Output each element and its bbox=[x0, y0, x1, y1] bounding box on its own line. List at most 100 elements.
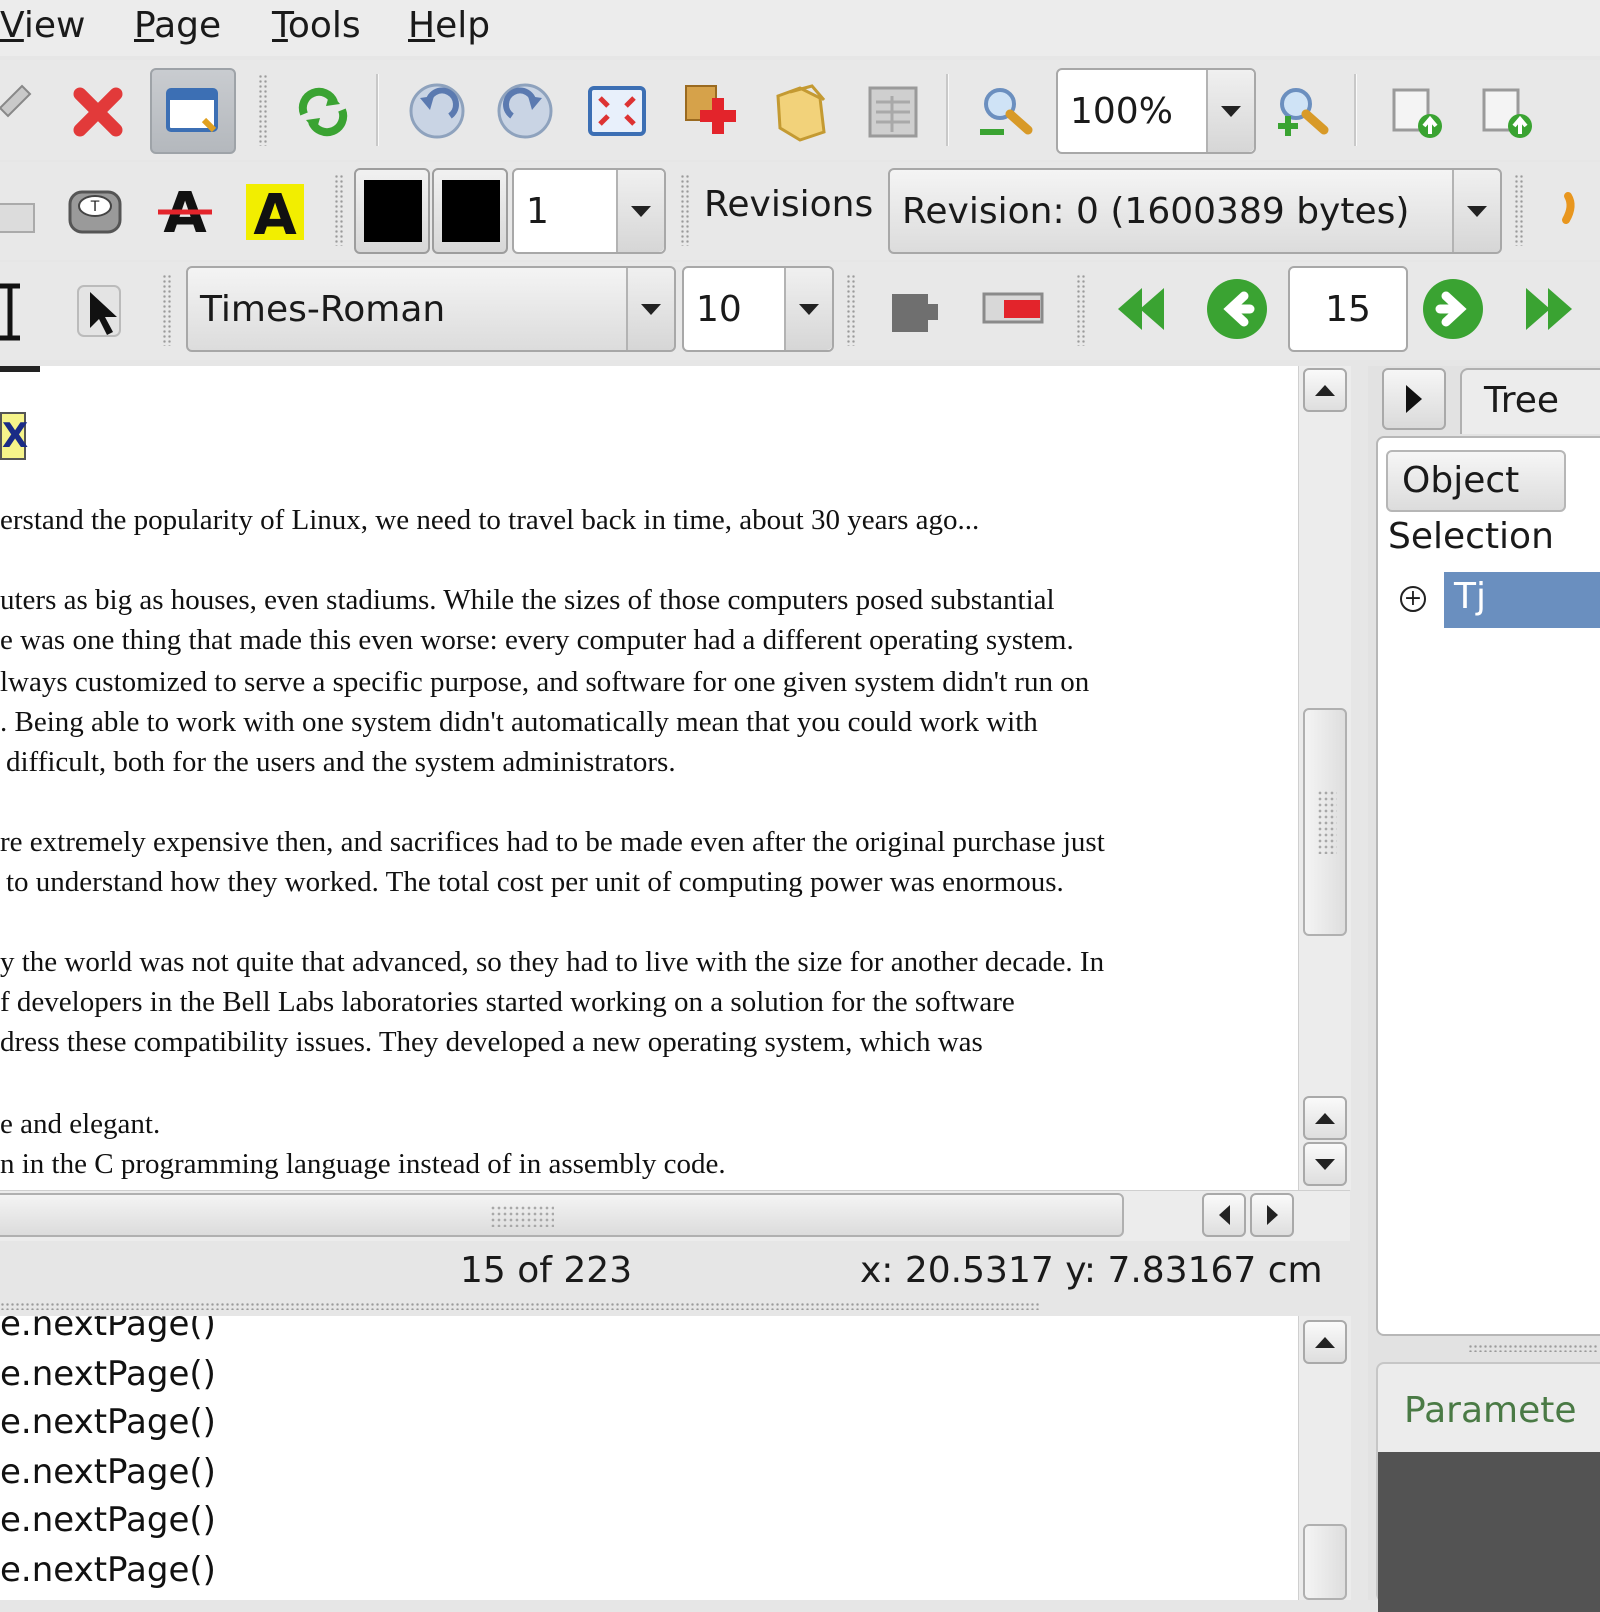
doc-line: n in the C programming language instead … bbox=[0, 1148, 726, 1180]
tree-item-tj[interactable]: Tj bbox=[1444, 572, 1600, 628]
toolbar-grip[interactable] bbox=[680, 174, 690, 246]
last-page-button[interactable] bbox=[1504, 266, 1590, 352]
extra-tool-button[interactable] bbox=[1540, 168, 1600, 254]
strikeout-text-icon: A bbox=[158, 181, 212, 246]
doc-line: lways customized to serve a specific pur… bbox=[0, 666, 1090, 698]
document-grid-icon bbox=[868, 86, 918, 138]
console-line: e.nextPage() bbox=[0, 1402, 216, 1442]
play-triangle-icon bbox=[1406, 385, 1422, 413]
revision-combo[interactable]: Revision: 0 (1600389 bytes) bbox=[888, 168, 1502, 254]
move-object-button[interactable] bbox=[874, 266, 960, 352]
toolbar-grip[interactable] bbox=[1514, 174, 1524, 246]
wrench-button[interactable] bbox=[0, 68, 56, 154]
redo-icon bbox=[497, 83, 553, 139]
scroll-down-button[interactable] bbox=[1303, 1142, 1347, 1186]
scroll-up-button[interactable] bbox=[1303, 368, 1347, 412]
previous-page-button[interactable] bbox=[1194, 266, 1280, 352]
highlight-text-button[interactable]: A bbox=[232, 168, 318, 254]
undo-button[interactable] bbox=[394, 68, 480, 154]
toolbar-grip[interactable] bbox=[846, 274, 856, 346]
add-icon bbox=[685, 85, 736, 134]
scroll-left-button[interactable] bbox=[1202, 1193, 1246, 1237]
hscroll-thumb[interactable] bbox=[0, 1193, 1124, 1237]
edit-mode-button[interactable] bbox=[150, 68, 236, 154]
document-vscrollbar[interactable] bbox=[1298, 366, 1351, 1190]
object-tree[interactable]: Object Selection + Tj bbox=[1376, 436, 1600, 1336]
document-view[interactable]: X erstand the popularity of Linux, we ne… bbox=[0, 366, 1326, 1210]
menu-view[interactable]: View bbox=[0, 4, 85, 48]
scroll-right-button[interactable] bbox=[1250, 1193, 1294, 1237]
object-column-header[interactable]: Object bbox=[1386, 450, 1566, 512]
arrow-pointer-icon bbox=[77, 285, 121, 337]
doc-line: f developers in the Bell Labs laboratori… bbox=[0, 986, 1015, 1018]
page-number-input[interactable]: 15 bbox=[1288, 266, 1408, 352]
zoom-combo[interactable]: 100% bbox=[1056, 68, 1256, 154]
toolbar-grip[interactable] bbox=[1076, 274, 1086, 346]
fg-color-swatch[interactable] bbox=[354, 168, 430, 254]
console-vscrollbar[interactable] bbox=[1298, 1316, 1351, 1600]
revision-value: Revision: 0 (1600389 bytes) bbox=[902, 190, 1410, 232]
panel-toggle-button[interactable] bbox=[1382, 368, 1446, 430]
redo-button[interactable] bbox=[482, 68, 568, 154]
document-hscrollbar[interactable] bbox=[0, 1190, 1350, 1241]
scroll-up-small-button[interactable] bbox=[1303, 1096, 1347, 1140]
menu-tools[interactable]: Tools bbox=[272, 4, 361, 48]
font-combo[interactable]: Times-Roman bbox=[186, 266, 676, 352]
text-tool-button[interactable]: T bbox=[52, 168, 138, 254]
font-value: Times-Roman bbox=[200, 288, 446, 330]
toolbar-separator bbox=[376, 74, 379, 146]
close-document-button[interactable] bbox=[56, 68, 142, 154]
orange-tool-icon bbox=[1562, 192, 1575, 224]
svg-text:A: A bbox=[253, 183, 297, 246]
import-pages-button[interactable] bbox=[758, 68, 844, 154]
toolbar-grip[interactable] bbox=[334, 174, 344, 246]
toolbar-grip[interactable] bbox=[162, 274, 172, 346]
next-page-button[interactable] bbox=[1410, 266, 1496, 352]
fullscreen-button[interactable] bbox=[574, 68, 660, 154]
font-dropdown-arrow[interactable] bbox=[626, 268, 674, 350]
panel-splitter-handle[interactable] bbox=[1468, 1344, 1598, 1352]
right-panel: Tree Object Selection + Tj Paramete bbox=[1368, 366, 1600, 1612]
properties-button[interactable] bbox=[850, 68, 936, 154]
expand-plus-icon[interactable]: + bbox=[1400, 586, 1426, 612]
font-size-combo[interactable]: 10 bbox=[682, 266, 834, 352]
menu-page[interactable]: Page bbox=[134, 4, 221, 48]
zoom-in-button[interactable] bbox=[1260, 68, 1346, 154]
console-output[interactable]: e.nextPage() e.nextPage() e.nextPage() e… bbox=[0, 1316, 1326, 1600]
zoom-out-button[interactable] bbox=[964, 68, 1050, 154]
puzzle-piece-icon bbox=[892, 294, 938, 332]
text-cursor-tool-button[interactable] bbox=[0, 268, 52, 354]
doc-line: dress these compatibility issues. They d… bbox=[0, 1026, 983, 1058]
svg-text:T: T bbox=[90, 199, 100, 215]
revision-dropdown-arrow[interactable] bbox=[1452, 170, 1500, 252]
zoom-in-icon bbox=[1278, 88, 1329, 136]
font-size-dropdown-arrow[interactable] bbox=[784, 268, 832, 350]
highlighted-char[interactable]: X bbox=[0, 412, 28, 460]
line-width-combo[interactable]: 1 bbox=[512, 168, 666, 254]
zoom-out-icon bbox=[980, 88, 1033, 135]
selection-label: Selection bbox=[1388, 516, 1554, 557]
select-tool-button[interactable] bbox=[58, 268, 144, 354]
font-size-value: 10 bbox=[696, 288, 742, 330]
first-page-button[interactable] bbox=[1098, 266, 1184, 352]
add-page-button[interactable] bbox=[668, 68, 754, 154]
zoom-dropdown-arrow[interactable] bbox=[1206, 70, 1254, 152]
console-vscroll-thumb[interactable] bbox=[1303, 1524, 1347, 1600]
thumb-grip bbox=[490, 1205, 554, 1227]
console-scroll-up-button[interactable] bbox=[1303, 1320, 1347, 1364]
parameters-panel: Paramete bbox=[1376, 1362, 1600, 1612]
line-width-dropdown-arrow[interactable] bbox=[616, 170, 664, 252]
eraser-button[interactable] bbox=[0, 168, 46, 254]
toolbar-grip[interactable] bbox=[258, 74, 268, 146]
bg-color-swatch[interactable] bbox=[432, 168, 508, 254]
annotation-toolbar: T A A 1 Revisions Revision: 0 (1600389 b… bbox=[0, 162, 1600, 260]
strikeout-text-button[interactable]: A bbox=[142, 168, 228, 254]
splitter-handle[interactable] bbox=[0, 1302, 1040, 1310]
insert-page-before-button[interactable] bbox=[1374, 68, 1460, 154]
vscroll-thumb[interactable] bbox=[1303, 708, 1347, 936]
remove-object-button[interactable] bbox=[970, 266, 1056, 352]
menu-help[interactable]: Help bbox=[408, 4, 490, 48]
insert-page-after-button[interactable] bbox=[1464, 68, 1550, 154]
reload-button[interactable] bbox=[280, 68, 366, 154]
tab-tree[interactable]: Tree bbox=[1460, 368, 1600, 434]
